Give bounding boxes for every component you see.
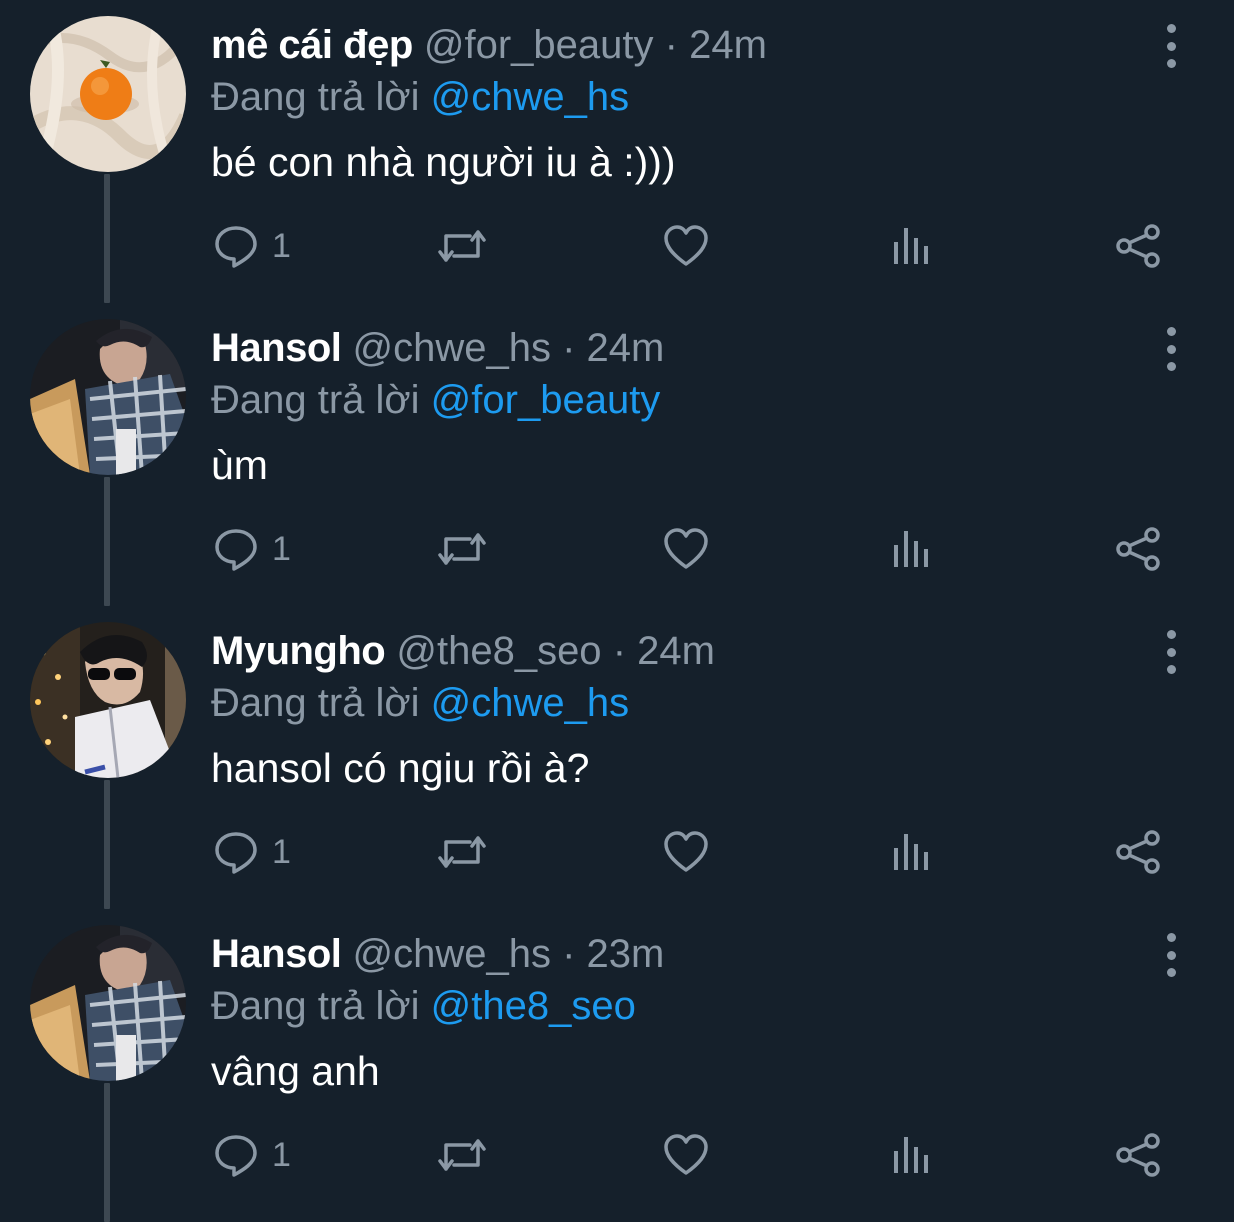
- speech-bubble-icon: [215, 832, 257, 874]
- thread-connector: [104, 1083, 110, 1222]
- separator-dot: ·: [562, 932, 576, 976]
- views-button[interactable]: [888, 523, 936, 575]
- views-button[interactable]: [888, 826, 936, 878]
- more-options-icon[interactable]: [1156, 630, 1186, 674]
- timestamp[interactable]: 24m: [689, 23, 767, 67]
- heart-icon: [664, 1134, 708, 1175]
- tweet[interactable]: Hansol @chwe_hs · 24m Đang trả lời @for_…: [0, 303, 1234, 606]
- mention-link[interactable]: @chwe_hs: [431, 681, 629, 725]
- tweet[interactable]: mê cái đẹp @for_beauty · 24m Đang trả lờ…: [0, 0, 1234, 303]
- speech-bubble-icon: [215, 529, 257, 571]
- speech-bubble-icon: [215, 1135, 257, 1177]
- timestamp[interactable]: 24m: [587, 326, 665, 370]
- avatar[interactable]: [30, 622, 186, 778]
- more-options-icon[interactable]: [1156, 933, 1186, 977]
- reply-button[interactable]: 1: [212, 220, 291, 272]
- reply-button[interactable]: 1: [212, 826, 291, 878]
- reply-button[interactable]: 1: [212, 523, 291, 575]
- bar-chart-icon: [894, 1137, 928, 1173]
- timestamp[interactable]: 24m: [637, 629, 715, 673]
- tweet[interactable]: Hansol @chwe_hs · 23m Đang trả lời @the8…: [0, 909, 1234, 1222]
- retweet-icon: [438, 836, 486, 868]
- bar-chart-icon: [894, 531, 928, 567]
- share-icon: [1116, 1133, 1160, 1177]
- retweet-icon: [438, 1139, 486, 1171]
- like-button[interactable]: [662, 1129, 710, 1181]
- reply-button[interactable]: 1: [212, 1129, 291, 1181]
- replying-to: Đang trả lời @the8_seo: [211, 983, 636, 1029]
- user-handle[interactable]: @the8_seo: [396, 629, 601, 673]
- more-options-icon[interactable]: [1156, 24, 1186, 68]
- user-handle[interactable]: @chwe_hs: [352, 326, 550, 370]
- mention-link[interactable]: @chwe_hs: [431, 75, 629, 119]
- replying-prefix: Đang trả lời: [211, 378, 420, 422]
- thread-connector: [104, 477, 110, 606]
- retweet-icon: [438, 230, 486, 262]
- replying-prefix: Đang trả lời: [211, 681, 420, 725]
- user-handle[interactable]: @for_beauty: [424, 23, 654, 67]
- separator-dot: ·: [562, 326, 576, 370]
- mention-link[interactable]: @for_beauty: [431, 378, 661, 422]
- bar-chart-icon: [894, 834, 928, 870]
- heart-icon: [664, 831, 708, 872]
- retweet-button[interactable]: [434, 220, 490, 272]
- share-button[interactable]: [1112, 220, 1164, 272]
- retweet-button[interactable]: [434, 1129, 490, 1181]
- replying-to: Đang trả lời @chwe_hs: [211, 680, 629, 726]
- more-options-icon[interactable]: [1156, 327, 1186, 371]
- display-name[interactable]: Myungho: [211, 629, 386, 673]
- reply-count: 1: [272, 227, 291, 265]
- reply-count: 1: [272, 1136, 291, 1174]
- timestamp[interactable]: 23m: [587, 932, 665, 976]
- reply-count: 1: [272, 530, 291, 568]
- tweet-text: vâng anh: [211, 1048, 380, 1094]
- share-icon: [1116, 527, 1160, 571]
- display-name[interactable]: Hansol: [211, 932, 342, 976]
- like-button[interactable]: [662, 220, 710, 272]
- heart-icon: [664, 225, 708, 266]
- display-name[interactable]: Hansol: [211, 326, 342, 370]
- like-button[interactable]: [662, 826, 710, 878]
- share-button[interactable]: [1112, 1129, 1164, 1181]
- tweet[interactable]: Myungho @the8_seo · 24m Đang trả lời @ch…: [0, 606, 1234, 909]
- share-button[interactable]: [1112, 826, 1164, 878]
- share-icon: [1116, 224, 1160, 268]
- retweet-button[interactable]: [434, 826, 490, 878]
- avatar[interactable]: [30, 925, 186, 1081]
- tweet-text: bé con nhà người iu à :))): [211, 139, 676, 185]
- avatar[interactable]: [30, 319, 186, 475]
- separator-dot: ·: [612, 629, 627, 673]
- mention-link[interactable]: @the8_seo: [431, 984, 636, 1028]
- tweet-header: Hansol @chwe_hs · 24m: [211, 325, 664, 371]
- display-name[interactable]: mê cái đẹp: [211, 23, 413, 67]
- replying-to: Đang trả lời @for_beauty: [211, 377, 660, 423]
- tweet-text: hansol có ngiu rồi à?: [211, 745, 590, 791]
- like-button[interactable]: [662, 523, 710, 575]
- thread-connector: [104, 174, 110, 303]
- share-button[interactable]: [1112, 523, 1164, 575]
- thread-connector: [104, 780, 110, 909]
- retweet-button[interactable]: [434, 523, 490, 575]
- user-handle[interactable]: @chwe_hs: [352, 932, 550, 976]
- tweet-text: ùm: [211, 442, 268, 488]
- retweet-icon: [438, 533, 486, 565]
- speech-bubble-icon: [215, 226, 257, 268]
- share-icon: [1116, 830, 1160, 874]
- separator-dot: ·: [664, 23, 678, 67]
- replying-to: Đang trả lời @chwe_hs: [211, 74, 629, 120]
- views-button[interactable]: [888, 220, 936, 272]
- tweet-header: Hansol @chwe_hs · 23m: [211, 931, 664, 977]
- tweet-header: Myungho @the8_seo · 24m: [211, 628, 715, 674]
- heart-icon: [664, 528, 708, 569]
- avatar[interactable]: [30, 16, 186, 172]
- reply-thread: mê cái đẹp @for_beauty · 24m Đang trả lờ…: [0, 0, 1234, 1222]
- tweet-header: mê cái đẹp @for_beauty · 24m: [211, 22, 767, 68]
- bar-chart-icon: [894, 228, 928, 264]
- views-button[interactable]: [888, 1129, 936, 1181]
- replying-prefix: Đang trả lời: [211, 75, 420, 119]
- reply-count: 1: [272, 833, 291, 871]
- replying-prefix: Đang trả lời: [211, 984, 420, 1028]
